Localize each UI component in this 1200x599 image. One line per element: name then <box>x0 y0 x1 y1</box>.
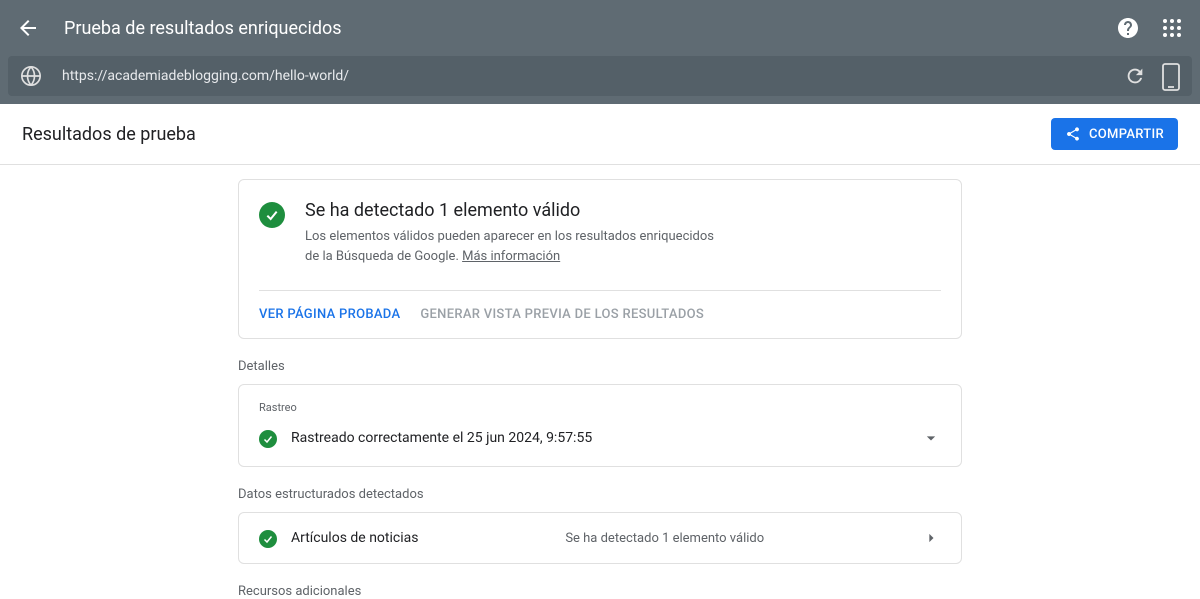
result-description: Los elementos válidos pueden aparecer en… <box>305 227 725 266</box>
structured-data-section-label: Datos estructurados detectados <box>238 487 962 502</box>
share-button[interactable]: COMPARTIR <box>1051 118 1178 150</box>
urlbar-container <box>0 56 1200 104</box>
apps-icon[interactable] <box>1160 16 1184 40</box>
sub-header: Resultados de prueba COMPARTIR <box>0 104 1200 165</box>
share-label: COMPARTIR <box>1089 127 1164 142</box>
page-title: Resultados de prueba <box>22 124 196 145</box>
back-icon[interactable] <box>16 16 40 40</box>
crawl-label: Rastreo <box>259 401 941 414</box>
tab-tested-page[interactable]: VER PÁGINA PROBADA <box>259 291 400 338</box>
crawl-card: Rastreo Rastreado correctamente el 25 ju… <box>238 384 962 467</box>
app-title: Prueba de resultados enriquecidos <box>64 18 1116 39</box>
structured-item-name: Artículos de noticias <box>291 530 418 546</box>
crawl-row[interactable]: Rastreado correctamente el 25 jun 2024, … <box>259 428 941 448</box>
more-info-link[interactable]: Más información <box>462 249 560 264</box>
globe-icon <box>20 65 42 87</box>
additional-resources-label: Recursos adicionales <box>238 584 962 599</box>
checkmark-icon <box>259 430 277 448</box>
checkmark-icon <box>259 202 285 228</box>
details-section-label: Detalles <box>238 359 962 374</box>
result-tabs: VER PÁGINA PROBADA GENERAR VISTA PREVIA … <box>259 290 941 338</box>
chevron-down-icon[interactable] <box>921 428 941 448</box>
checkmark-icon <box>259 530 277 548</box>
result-summary-card: Se ha detectado 1 elemento válido Los el… <box>238 179 962 339</box>
share-icon <box>1065 126 1081 142</box>
smartphone-icon[interactable] <box>1162 63 1180 89</box>
structured-data-card[interactable]: Artículos de noticias Se ha detectado 1 … <box>238 512 962 564</box>
url-bar <box>8 56 1192 96</box>
structured-item-status: Se ha detectado 1 elemento válido <box>418 531 911 546</box>
result-title: Se ha detectado 1 elemento válido <box>305 200 725 221</box>
app-header: Prueba de resultados enriquecidos <box>0 0 1200 56</box>
refresh-icon[interactable] <box>1124 65 1146 87</box>
crawl-status-text: Rastreado correctamente el 25 jun 2024, … <box>291 430 921 446</box>
url-input[interactable] <box>62 68 1124 84</box>
tab-preview-results: GENERAR VISTA PREVIA DE LOS RESULTADOS <box>420 291 704 338</box>
main-content: Se ha detectado 1 elemento válido Los el… <box>0 165 1200 599</box>
chevron-right-icon[interactable] <box>921 528 941 548</box>
help-icon[interactable] <box>1116 16 1140 40</box>
